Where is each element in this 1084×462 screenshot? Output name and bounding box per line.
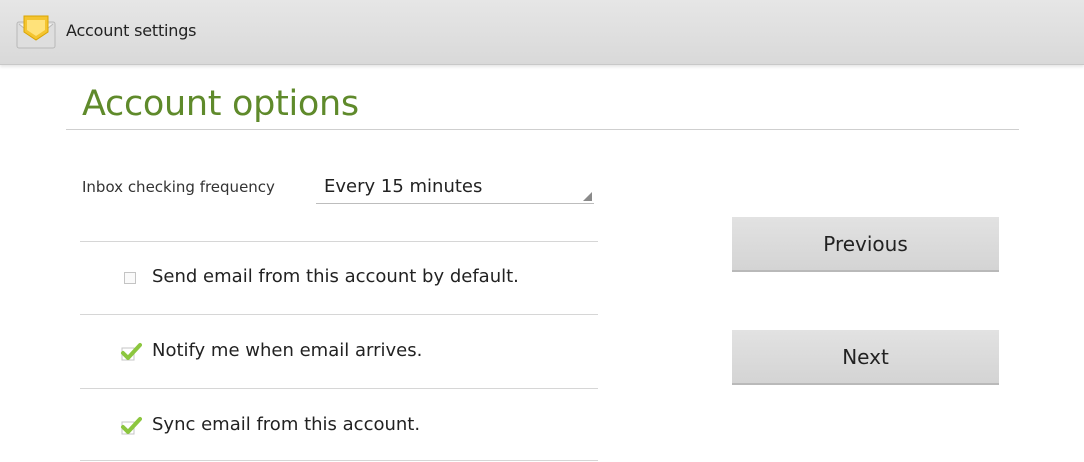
title-divider: [66, 129, 1019, 130]
divider: [80, 241, 598, 242]
inbox-frequency-spinner[interactable]: Every 15 minutes: [316, 170, 594, 204]
send-default-label: Send email from this account by default.: [152, 266, 519, 287]
divider: [80, 460, 598, 461]
page-title: Account options: [82, 84, 359, 124]
action-bar: Account settings: [0, 0, 1084, 65]
email-envelope-icon[interactable]: [14, 12, 58, 52]
checkmark-icon: [121, 343, 142, 361]
option-row-notify[interactable]: Notify me when email arrives.: [80, 322, 598, 382]
divider: [80, 388, 598, 389]
option-row-send-default[interactable]: Send email from this account by default.: [80, 248, 598, 308]
send-default-checkbox[interactable]: [120, 268, 140, 288]
notify-checkbox[interactable]: [120, 342, 142, 362]
next-button[interactable]: Next: [732, 330, 999, 385]
inbox-frequency-label: Inbox checking frequency: [82, 178, 275, 196]
spinner-dropdown-arrow-icon: [583, 192, 592, 201]
action-bar-title: Account settings: [66, 21, 197, 40]
divider: [80, 314, 598, 315]
sync-label: Sync email from this account.: [152, 414, 421, 435]
previous-button[interactable]: Previous: [732, 217, 999, 272]
notify-label: Notify me when email arrives.: [152, 340, 423, 361]
checkbox-empty-icon: [124, 272, 136, 284]
spinner-underline: [316, 203, 594, 204]
inbox-frequency-value: Every 15 minutes: [324, 176, 483, 197]
sync-checkbox[interactable]: [120, 416, 142, 436]
option-row-sync[interactable]: Sync email from this account.: [80, 396, 598, 456]
checkmark-icon: [121, 417, 142, 435]
